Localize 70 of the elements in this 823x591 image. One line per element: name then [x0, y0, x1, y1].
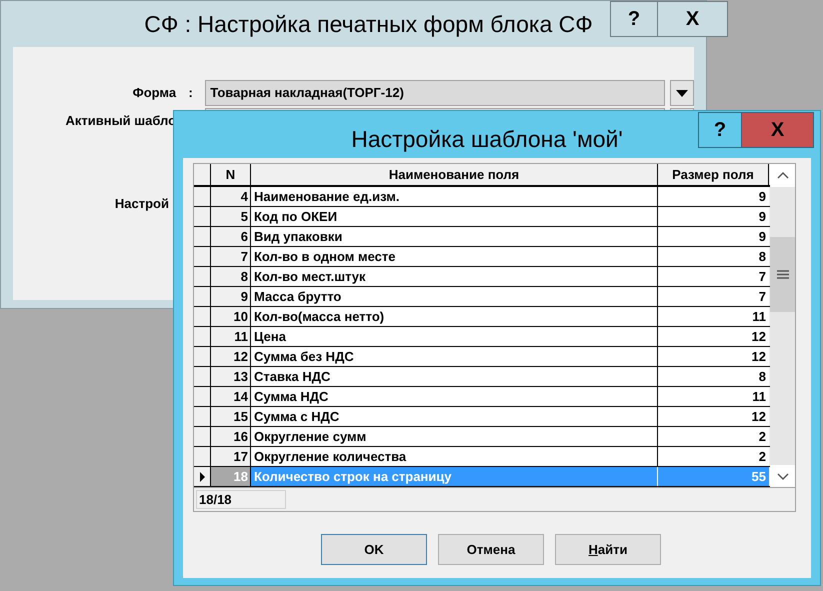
record-counter: 18/18	[196, 490, 286, 509]
field-label: Настрой	[114, 195, 169, 213]
table-cell: 8	[658, 247, 769, 266]
table-cell: Ставка НДС	[251, 367, 658, 386]
table-row[interactable]: 5 Код по ОКЕИ 9	[194, 207, 770, 227]
table-cell: 2	[658, 447, 769, 466]
help-button[interactable]: ?	[698, 112, 742, 148]
table-row[interactable]: 4 Наименование ед.изм. 9	[194, 187, 770, 207]
vertical-scrollbar[interactable]	[770, 164, 795, 487]
scroll-thumb[interactable]	[770, 237, 795, 312]
table-cell: 2	[658, 427, 769, 446]
scroll-up-icon[interactable]	[776, 172, 788, 179]
window-title: СФ : Настройка печатных форм блока СФ	[144, 10, 593, 39]
table-cell: 12	[658, 407, 769, 426]
dropdown-button[interactable]	[670, 80, 694, 106]
row-pointer-icon	[200, 472, 204, 482]
table-cell: 7	[658, 287, 769, 306]
table-cell: Сумма с НДС	[251, 407, 658, 426]
close-button[interactable]: X	[658, 1, 728, 37]
grip-icon	[776, 270, 788, 279]
dialog-title: Настройка шаблона 'мой'	[351, 125, 623, 154]
table-cell: 7	[658, 267, 769, 286]
table-cell: Код по ОКЕИ	[251, 207, 658, 226]
button-label: Найти	[588, 540, 628, 559]
table-row[interactable]: 9 Масса брутто 7	[194, 287, 770, 307]
table-cell: Наименование ед.изм.	[251, 187, 658, 206]
table-row[interactable]: 6 Вид упаковки 9	[194, 227, 770, 247]
dropdown-arrow-icon	[676, 90, 688, 96]
table-row[interactable]: 11 Цена 12	[194, 327, 770, 347]
field-label: Форма	[132, 84, 176, 102]
table-cell: Сумма НДС	[251, 387, 658, 406]
table-cell: Цена	[251, 327, 658, 346]
scroll-down-icon[interactable]	[776, 472, 788, 480]
table-row[interactable]: 12 Сумма без НДС 12	[194, 347, 770, 367]
table-cell: Округление сумм	[251, 427, 658, 446]
table-cell: 8	[658, 367, 769, 386]
table-cell: 9	[658, 187, 769, 206]
close-button[interactable]: X	[742, 112, 814, 148]
table-cell: Кол-во мест.штук	[251, 267, 658, 286]
table-cell: Количество строк на страницу	[251, 467, 658, 486]
table-cell: Масса брутто	[251, 287, 658, 306]
table-row[interactable]: 16 Округление сумм 2	[194, 427, 770, 447]
table-cell: 18	[211, 467, 251, 486]
help-button[interactable]: ?	[610, 1, 658, 37]
label-separator: :	[187, 84, 194, 102]
table-row[interactable]: 14 Сумма НДС 11	[194, 387, 770, 407]
table-cell: 9	[658, 207, 769, 226]
table-row[interactable]: 8 Кол-во мест.штук 7	[194, 267, 770, 287]
table-row[interactable]: 10 Кол-во(масса нетто) 11	[194, 307, 770, 327]
table-cell: Округление количества	[251, 447, 658, 466]
dialog-button[interactable]: Найти	[555, 534, 661, 565]
table-row[interactable]: 17 Округление количества 2	[194, 447, 770, 467]
table-cell: 11	[658, 307, 769, 326]
table-cell: 12	[658, 327, 769, 346]
dialog-button[interactable]: Отмена	[438, 534, 544, 565]
table-cell: 55	[658, 467, 769, 486]
table-cell: Вид упаковки	[251, 227, 658, 246]
table-row[interactable]: 15 Сумма с НДС 12	[194, 407, 770, 427]
table-row[interactable]: 13 Ставка НДС 8	[194, 367, 770, 387]
table-cell: Кол-во(масса нетто)	[251, 307, 658, 326]
table-cell: Кол-во в одном месте	[251, 247, 658, 266]
button-label: Отмена	[466, 540, 516, 559]
form-select[interactable]: Товарная накладная(ТОРГ-12)	[205, 80, 665, 106]
table-cell: 12	[658, 347, 769, 366]
table-row[interactable]: 7 Кол-во в одном месте 8	[194, 247, 770, 267]
table-cell: 11	[658, 387, 769, 406]
table-cell: Сумма без НДС	[251, 347, 658, 366]
dialog-button[interactable]: OK	[321, 534, 427, 565]
button-label: OK	[364, 540, 384, 559]
table-cell: 9	[658, 227, 769, 246]
